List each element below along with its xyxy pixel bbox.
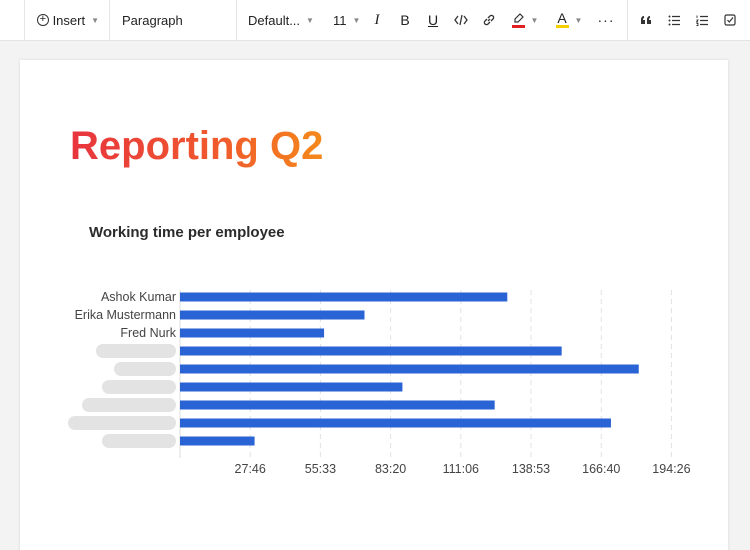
bar [180, 310, 365, 320]
bar [180, 418, 611, 428]
employee-label: Ashok Kumar [101, 290, 176, 304]
employee-label: Erika Mustermann [75, 308, 176, 322]
employee-label: Fred Nurk [120, 326, 176, 340]
redacted-label [102, 380, 176, 394]
bar [180, 364, 639, 374]
working-time-chart: 27:46 55:33 83:20 111:06 138:53 166:40 194:26 A… [68, 290, 691, 476]
redacted-label [82, 398, 176, 412]
x-tick-label: 27:46 [235, 462, 266, 476]
redacted-label [96, 344, 176, 358]
x-tick-label: 166:40 [582, 462, 620, 476]
x-tick-label: 55:33 [305, 462, 336, 476]
x-tick-label: 83:20 [375, 462, 406, 476]
redacted-label [68, 416, 176, 430]
x-tick-label: 194:26 [652, 462, 690, 476]
redacted-label [114, 362, 176, 376]
bar [180, 382, 403, 392]
x-tick-label: 138:53 [512, 462, 550, 476]
bar [180, 400, 495, 410]
bar [180, 328, 325, 338]
bar [180, 346, 562, 356]
bar [180, 292, 508, 302]
x-tick-label: 111:06 [443, 462, 479, 476]
redacted-label [102, 434, 176, 448]
bar [180, 436, 255, 446]
